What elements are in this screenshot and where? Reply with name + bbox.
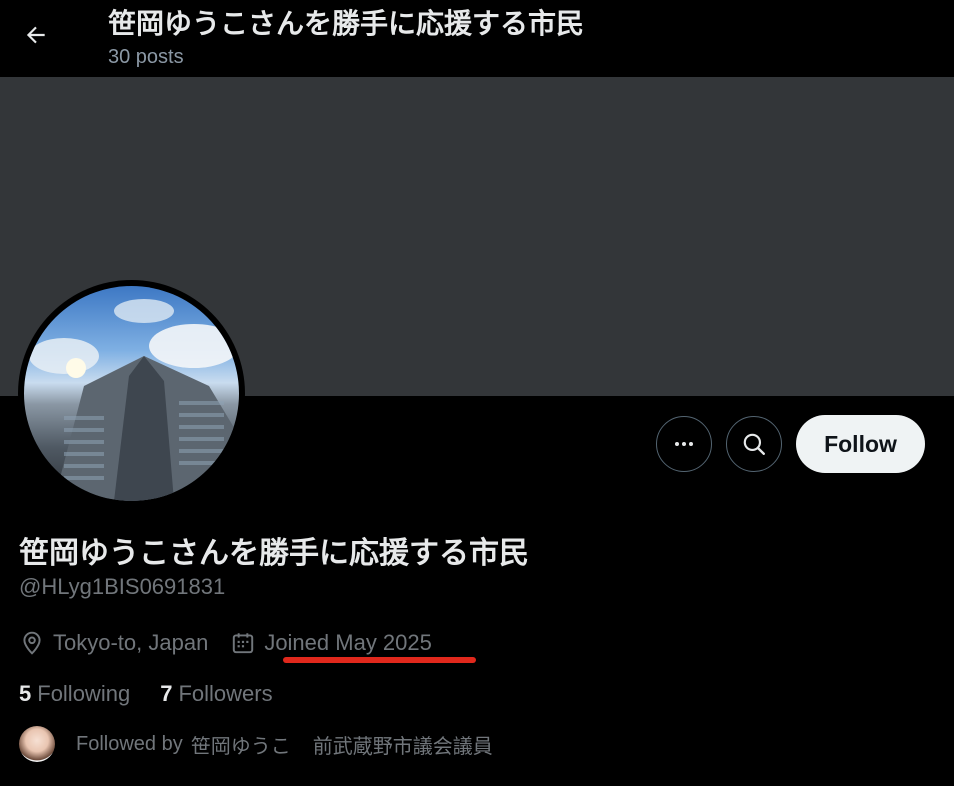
profile-avatar[interactable]: [24, 286, 239, 501]
followed-by-names: 笹岡ゆうこ 前武蔵野市議会議員: [191, 730, 493, 759]
follow-stats: 5 Following 7 Followers: [19, 681, 273, 707]
following-count: 5: [19, 681, 32, 706]
followed-by-row[interactable]: Followed by 笹岡ゆうこ 前武蔵野市議会議員: [19, 726, 493, 762]
top-header: 笹岡ゆうこさんを勝手に応援する市民 30 posts: [0, 0, 954, 77]
more-options-button[interactable]: [656, 416, 712, 472]
followers-count: 7: [160, 681, 173, 706]
profile-display-name: 笹岡ゆうこさんを勝手に応援する市民: [19, 537, 529, 570]
search-icon: [743, 433, 765, 455]
follow-button[interactable]: Follow: [796, 415, 925, 473]
location-item: Tokyo-to, Japan: [19, 630, 208, 656]
followed-by-title: 前武蔵野市議会議員: [312, 735, 493, 758]
profile-meta: Tokyo-to, Japan Joined May 2025: [19, 626, 432, 660]
arrow-left-icon: [26, 26, 45, 44]
search-profile-button[interactable]: [726, 416, 782, 472]
back-button[interactable]: [18, 17, 54, 53]
posts-count: 30 posts: [108, 46, 184, 68]
joined-item: Joined May 2025: [230, 630, 432, 656]
profile-handle: @HLyg1BIS0691831: [19, 574, 226, 599]
calendar-icon: [233, 633, 254, 654]
followers-label: Followers: [178, 681, 273, 706]
following-link[interactable]: 5 Following: [19, 681, 130, 707]
header-title: 笹岡ゆうこさんを勝手に応援する市民: [108, 8, 585, 39]
joined-highlight-underline: [283, 657, 476, 663]
followed-by-name: 笹岡ゆうこ: [190, 735, 291, 758]
follower-avatar[interactable]: [19, 726, 55, 762]
following-label: Following: [37, 681, 131, 706]
followers-link[interactable]: 7 Followers: [160, 681, 272, 707]
location-pin-icon: [23, 631, 41, 655]
followed-by-prefix: Followed by: [76, 732, 183, 755]
building-photo: [29, 299, 239, 501]
more-dots-icon: [675, 442, 693, 446]
joined-text: Joined May 2025: [264, 630, 432, 655]
location-text: Tokyo-to, Japan: [53, 630, 209, 655]
